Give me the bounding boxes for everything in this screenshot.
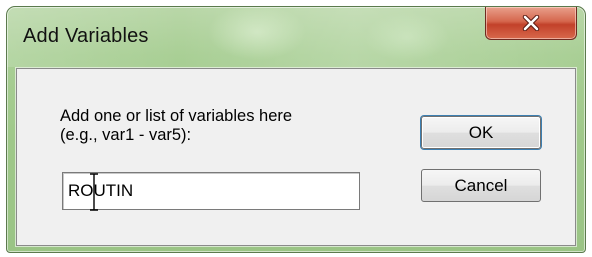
close-button[interactable] bbox=[485, 7, 577, 40]
dialog-body: Add one or list of variables here (e.g.,… bbox=[16, 68, 576, 246]
dialog-title: Add Variables bbox=[23, 25, 149, 47]
prompt-line-1: Add one or list of variables here bbox=[60, 107, 293, 125]
cancel-button[interactable]: Cancel bbox=[421, 169, 541, 202]
ok-button[interactable]: OK bbox=[421, 116, 541, 149]
close-x-icon bbox=[522, 15, 540, 31]
add-variables-dialog: Add Variables Add one or list of variabl… bbox=[6, 6, 586, 253]
prompt-label: Add one or list of variables here (e.g.,… bbox=[60, 107, 380, 145]
variables-input[interactable] bbox=[62, 172, 360, 210]
prompt-line-2: (e.g., var1 - var5): bbox=[60, 126, 192, 144]
